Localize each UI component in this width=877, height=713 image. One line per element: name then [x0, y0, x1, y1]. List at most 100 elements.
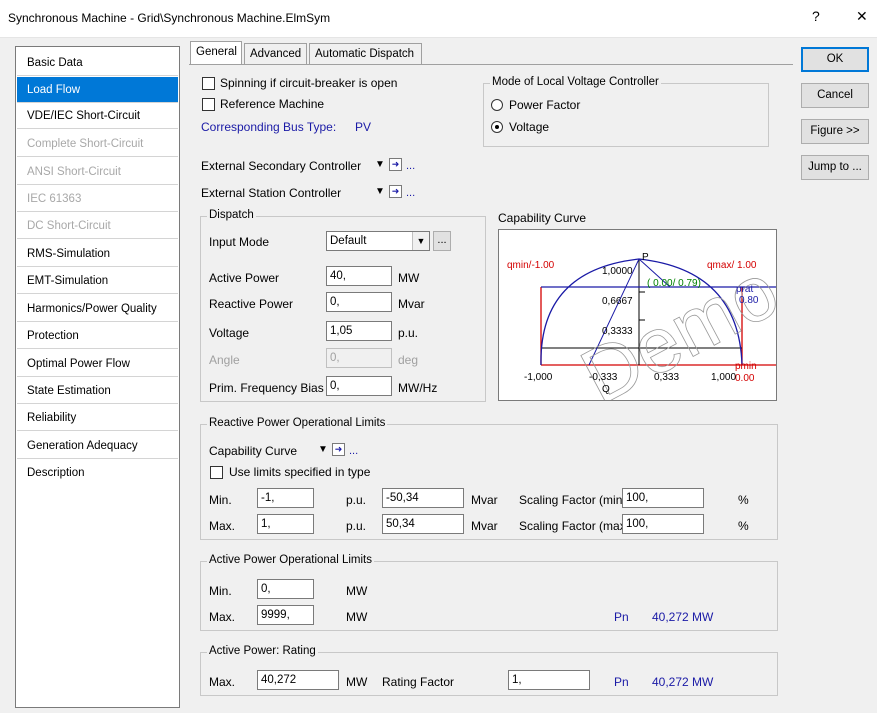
scale-min-label: Scaling Factor (min.) — [519, 493, 630, 507]
rating-title: Active Power: Rating — [207, 645, 318, 657]
sidebar-item-load-flow[interactable]: Load Flow — [17, 77, 178, 103]
reactive-limits-title: Reactive Power Operational Limits — [207, 417, 388, 429]
dispatch-title: Dispatch — [207, 209, 256, 221]
freq-bias-unit: MW/Hz — [398, 381, 438, 395]
radio-power-factor[interactable] — [491, 99, 503, 111]
p-max-input[interactable]: 9999, — [257, 605, 314, 625]
sidebar-item-protection[interactable]: Protection — [17, 323, 178, 349]
sidebar: Basic Data Load Flow VDE/IEC Short-Circuit… — [15, 46, 180, 708]
reactive-power-input[interactable]: 0, — [326, 292, 392, 312]
cap-curve-arrow-icon[interactable]: ➜ — [332, 443, 345, 456]
rating-pn-label: Pn — [614, 675, 629, 689]
cap-curve-ellipsis[interactable]: ... — [349, 445, 358, 457]
tab-advanced[interactable]: Advanced — [244, 43, 307, 65]
chevron-down-icon: ▼ — [412, 232, 429, 250]
qmin-label: qmin/-1.00 — [507, 260, 555, 271]
reactive-power-unit: Mvar — [398, 297, 425, 311]
angle-label: Angle — [209, 353, 240, 367]
input-mode-label: Input Mode — [209, 235, 270, 249]
active-power-unit: MW — [398, 271, 420, 285]
sidebar-item-generation-adequacy[interactable]: Generation Adequacy — [17, 433, 178, 459]
ext-secondary-arrow-icon[interactable]: ➜ — [389, 158, 402, 171]
title-bar: Synchronous Machine - Grid\Synchronous M… — [0, 0, 877, 38]
sidebar-item-rms-simulation[interactable]: RMS-Simulation — [17, 241, 178, 267]
freq-bias-input[interactable]: 0, — [326, 376, 392, 396]
capability-curve-title: Capability Curve — [498, 211, 587, 225]
cap-curve-label: Capability Curve — [209, 444, 298, 458]
voltage-option-label: Voltage — [509, 120, 550, 134]
ok-button[interactable]: OK — [801, 47, 869, 72]
sidebar-item-optimal-power-flow[interactable]: Optimal Power Flow — [17, 351, 178, 377]
cap-curve-dropdown-icon[interactable]: ▼ — [318, 443, 328, 456]
power-factor-label: Power Factor — [509, 98, 581, 112]
q-max-mvar-unit: Mvar — [471, 519, 498, 533]
ext-station-ellipsis[interactable]: ... — [406, 187, 415, 199]
scale-max-input[interactable]: 100, — [622, 514, 704, 534]
close-button[interactable]: ✕ — [856, 8, 868, 25]
operating-point-label: ( 0.00/ 0.79) — [647, 278, 701, 289]
reference-machine-checkbox[interactable] — [202, 98, 215, 111]
capability-curve-svg: Demo qmin/-1.00 qmax/ 1.00 P 1,0000 ( 0.… — [507, 245, 776, 400]
q-min-pu-unit: p.u. — [346, 493, 367, 507]
window-title: Synchronous Machine - Grid\Synchronous M… — [8, 11, 331, 25]
input-mode-browse-button[interactable]: ... — [433, 231, 451, 251]
active-power-input[interactable]: 40, — [326, 266, 392, 286]
sidebar-item-vde-iec-short-circuit[interactable]: VDE/IEC Short-Circuit — [17, 103, 178, 129]
p-min-label: Min. — [209, 584, 232, 598]
jump-to-button[interactable]: Jump to ... — [801, 155, 869, 180]
scale-min-input[interactable]: 100, — [622, 488, 704, 508]
voltage-label: Voltage — [209, 326, 250, 340]
help-button[interactable]: ? — [812, 8, 820, 24]
voltage-input[interactable]: 1,05 — [326, 321, 392, 341]
ext-secondary-dropdown-icon[interactable]: ▼ — [375, 158, 385, 171]
tab-general[interactable]: General — [190, 41, 242, 65]
sidebar-item-iec-61363: IEC 61363 — [17, 186, 178, 212]
x-tick-label-2: 0,333 — [654, 372, 679, 383]
q-max-label: Max. — [209, 519, 236, 533]
ext-station-dropdown-icon[interactable]: ▼ — [375, 185, 385, 198]
p-tick-label-2: 0,6667 — [602, 296, 633, 307]
sidebar-item-harmonics-power-quality[interactable]: Harmonics/Power Quality — [17, 296, 178, 322]
pn-label: Pn — [614, 610, 629, 624]
figure-button[interactable]: Figure >> — [801, 119, 869, 144]
scale-max-pct: % — [738, 519, 749, 533]
sidebar-item-description[interactable]: Description — [17, 460, 178, 486]
active-limits-title: Active Power Operational Limits — [207, 554, 374, 566]
rating-factor-input[interactable]: 1, — [508, 670, 590, 690]
use-type-limits-checkbox[interactable] — [210, 466, 223, 479]
ext-secondary-label: External Secondary Controller — [201, 159, 362, 173]
rating-factor-label: Rating Factor — [382, 675, 455, 689]
p-max-label: Max. — [209, 610, 236, 624]
ext-station-arrow-icon[interactable]: ➜ — [389, 185, 402, 198]
use-type-limits-label: Use limits specified in type — [229, 465, 371, 479]
qmax-label: qmax/ 1.00 — [707, 260, 757, 271]
q-max-pu-input[interactable]: 1, — [257, 514, 314, 534]
scale-max-label: Scaling Factor (max.) — [519, 519, 634, 533]
x-tick-label-0: -1,000 — [524, 372, 553, 383]
q-axis-label: Q — [602, 384, 610, 395]
q-max-pu-unit: p.u. — [346, 519, 367, 533]
pmin-value: 0.00 — [735, 373, 755, 384]
radio-voltage[interactable] — [491, 121, 503, 133]
angle-unit: deg — [398, 353, 419, 367]
sidebar-item-basic-data[interactable]: Basic Data — [17, 50, 178, 76]
scale-min-pct: % — [738, 493, 749, 507]
input-mode-select[interactable]: Default ▼ — [326, 231, 430, 251]
q-min-pu-input[interactable]: -1, — [257, 488, 314, 508]
rating-max-input[interactable]: 40,272 — [257, 670, 339, 690]
p-max-unit: MW — [346, 610, 368, 624]
sidebar-item-state-estimation[interactable]: State Estimation — [17, 378, 178, 404]
q-min-label: Min. — [209, 493, 232, 507]
bus-type-label: Corresponding Bus Type: — [201, 120, 337, 134]
sidebar-item-complete-short-circuit: Complete Short-Circuit — [17, 131, 178, 157]
p-min-input[interactable]: 0, — [257, 579, 314, 599]
ext-secondary-ellipsis[interactable]: ... — [406, 160, 415, 172]
q-max-mvar-input[interactable]: 50,34 — [382, 514, 464, 534]
sidebar-item-reliability[interactable]: Reliability — [17, 405, 178, 431]
spinning-checkbox[interactable] — [202, 77, 215, 90]
tab-automatic-dispatch[interactable]: Automatic Dispatch — [309, 43, 422, 65]
prat-value: 0.80 — [739, 295, 759, 306]
cancel-button[interactable]: Cancel — [801, 83, 869, 108]
sidebar-item-emt-simulation[interactable]: EMT-Simulation — [17, 268, 178, 294]
q-min-mvar-input[interactable]: -50,34 — [382, 488, 464, 508]
